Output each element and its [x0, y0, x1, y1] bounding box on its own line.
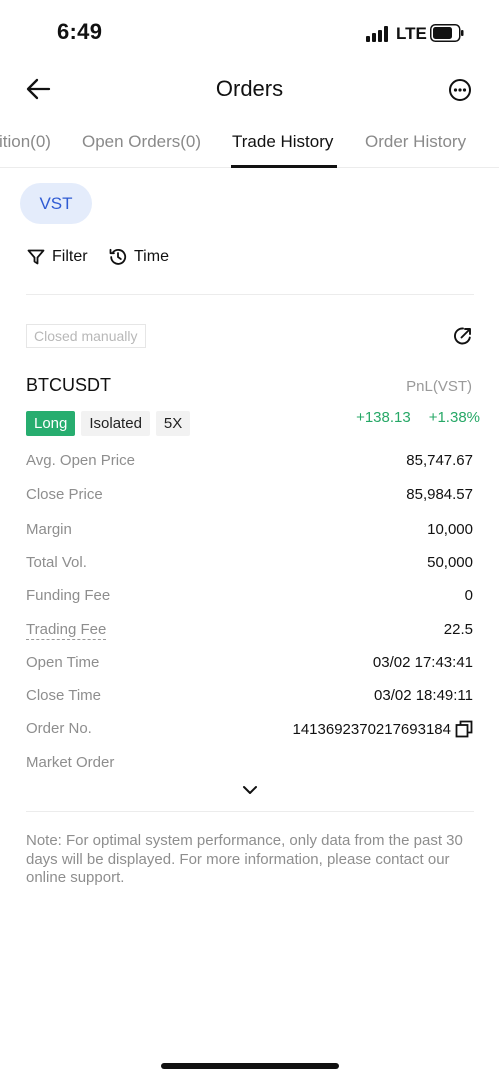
tab-trade-history[interactable]: Trade History: [232, 132, 333, 152]
side-badge: Long: [26, 411, 76, 436]
info-value: 10,000: [427, 521, 473, 538]
margin-mode-badge: Isolated: [81, 411, 150, 436]
info-value: 03/02 18:49:11: [374, 687, 473, 704]
info-row-close-time: Close Time 03/02 18:49:11: [26, 687, 473, 709]
info-label: Avg. Open Price: [26, 452, 135, 469]
order-number: 1413692370217693184: [292, 720, 451, 738]
trade-symbol: BTCUSDT: [26, 375, 111, 395]
tab-positions[interactable]: ition(0): [0, 132, 51, 152]
info-value: 03/02 17:43:41: [372, 654, 473, 671]
tab-order-history[interactable]: Order History: [365, 132, 466, 152]
info-row-funding-fee: Funding Fee 0: [26, 587, 473, 609]
position-tags: Long Isolated 5X: [26, 411, 191, 436]
filter-row: Filter Time: [26, 247, 486, 273]
divider: [26, 294, 474, 295]
info-label: Open Time: [26, 654, 100, 671]
info-row-order-no: Order No. 1413692370217693184: [26, 720, 473, 742]
network-label: LTE: [396, 24, 427, 43]
leverage-badge: 5X: [155, 411, 191, 436]
info-label: Funding Fee: [26, 587, 111, 604]
info-value: 85,747.67: [406, 452, 473, 469]
time-label: Time: [134, 248, 169, 265]
info-value: 50,000: [427, 554, 473, 571]
info-value: 22.5: [443, 621, 473, 638]
pnl-percent: +1.38%: [428, 409, 480, 426]
pnl-label: PnL(VST): [406, 378, 472, 395]
tab-open-orders[interactable]: Open Orders(0): [82, 132, 201, 152]
page-title: Orders: [215, 76, 284, 101]
info-row-close-price: Close Price 85,984.57: [26, 486, 473, 508]
info-label: Total Vol.: [26, 554, 87, 571]
tab-bar: ition(0) Open Orders(0) Trade History Or…: [0, 120, 499, 168]
share-icon[interactable]: [452, 325, 474, 347]
info-label: Close Price: [26, 486, 103, 503]
pnl-values: +138.13 +1.38%: [356, 409, 480, 426]
time-button[interactable]: Time: [108, 247, 169, 267]
active-tab-indicator: [231, 165, 337, 168]
signal-icon: [366, 26, 390, 42]
order-number-group: 1413692370217693184: [292, 720, 473, 738]
info-label: Margin: [26, 521, 72, 538]
coin-filter-chip[interactable]: VST: [20, 183, 92, 224]
pnl-amount: +138.13: [356, 409, 411, 426]
status-bar: 6:49 LTE: [0, 0, 499, 66]
info-value: 0: [464, 587, 473, 604]
info-row-margin: Margin 10,000: [26, 521, 473, 543]
info-row-avg-open-price: Avg. Open Price 85,747.67: [26, 452, 473, 474]
copy-icon[interactable]: [455, 720, 473, 738]
status-tag: Closed manually: [26, 324, 146, 348]
filter-icon: [27, 249, 45, 265]
more-circle-icon[interactable]: [448, 78, 472, 102]
header: Orders: [0, 66, 499, 114]
retention-note: Note: For optimal system performance, on…: [26, 832, 463, 886]
info-row-total-vol: Total Vol. 50,000: [26, 554, 473, 576]
info-row-open-time: Open Time 03/02 17:43:41: [26, 654, 473, 676]
order-type: Market Order: [26, 754, 115, 771]
home-indicator[interactable]: [161, 1063, 339, 1069]
divider: [26, 811, 474, 812]
info-value: 85,984.57: [406, 486, 473, 503]
battery-icon: [430, 24, 464, 42]
info-label: Order No.: [26, 720, 92, 737]
info-row-order-type: Market Order: [26, 754, 473, 776]
status-time: 6:49: [57, 19, 103, 44]
trading-fee-tooltip-label[interactable]: Trading Fee: [26, 621, 107, 640]
chevron-down-icon[interactable]: [241, 781, 259, 799]
filter-button[interactable]: Filter: [26, 247, 88, 267]
filter-label: Filter: [52, 248, 88, 265]
info-row-trading-fee: Trading Fee 22.5: [26, 621, 473, 643]
history-clock-icon: [109, 248, 127, 265]
info-label: Close Time: [26, 687, 102, 704]
